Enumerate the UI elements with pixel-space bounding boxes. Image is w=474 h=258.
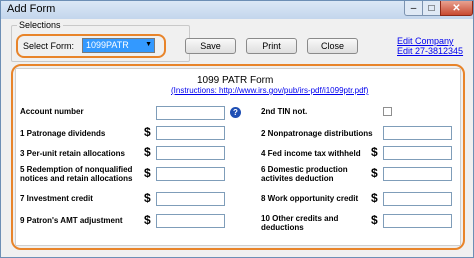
select-form-value: 1099PATR bbox=[86, 40, 129, 50]
box4-label: 4 Fed income tax withheld bbox=[261, 149, 361, 158]
box6-label-line1: 6 Domestic production bbox=[261, 165, 348, 174]
save-button[interactable]: Save bbox=[185, 38, 236, 54]
chevron-down-icon[interactable]: ▼ bbox=[145, 41, 152, 48]
box1-patronage-dividends-input[interactable] bbox=[156, 126, 225, 140]
instructions-link[interactable]: (Instructions: http://www.irs.gov/pub/ir… bbox=[171, 86, 368, 95]
box8-work-opportunity-input[interactable] bbox=[383, 192, 452, 206]
box9-label: 9 Patron's AMT adjustment bbox=[20, 216, 123, 225]
box8-currency: $ bbox=[371, 191, 378, 205]
box10-other-credits-input[interactable] bbox=[383, 214, 452, 228]
box4-currency: $ bbox=[371, 145, 378, 159]
title-bar[interactable]: Add Form – □ ✕ bbox=[1, 1, 473, 19]
box2-label: 2 Nonpatronage distributions bbox=[261, 129, 373, 138]
box3-currency: $ bbox=[144, 145, 151, 159]
box9-amt-adjustment-input[interactable] bbox=[156, 214, 225, 228]
second-tin-checkbox[interactable] bbox=[383, 107, 392, 116]
box3-per-unit-retain-input[interactable] bbox=[156, 146, 225, 160]
box7-label: 7 Investment credit bbox=[20, 194, 93, 203]
select-form-dropdown[interactable]: 1099PATR ▼ bbox=[82, 38, 155, 53]
box8-label: 8 Work opportunity credit bbox=[261, 194, 359, 203]
minimize-button[interactable]: – bbox=[404, 1, 423, 16]
close-window-button[interactable]: ✕ bbox=[440, 1, 473, 16]
box6-label-line2: activites deduction bbox=[261, 174, 334, 183]
box1-label: 1 Patronage dividends bbox=[20, 129, 106, 138]
print-button[interactable]: Print bbox=[246, 38, 297, 54]
box9-currency: $ bbox=[144, 213, 151, 227]
account-number-label: Account number bbox=[20, 107, 84, 116]
box7-currency: $ bbox=[144, 191, 151, 205]
window-title: Add Form bbox=[7, 3, 56, 15]
edit-phone-link[interactable]: Edit 27-3812345 bbox=[397, 46, 463, 56]
box10-label-line2: deductions bbox=[261, 223, 304, 232]
add-form-window: Add Form – □ ✕ Selections Select Form: 1… bbox=[0, 0, 474, 258]
account-number-input[interactable] bbox=[156, 106, 225, 120]
box10-currency: $ bbox=[371, 213, 378, 227]
box5-redemption-input[interactable] bbox=[156, 167, 225, 181]
box6-domestic-production-input[interactable] bbox=[383, 167, 452, 181]
box10-label-line1: 10 Other credits and bbox=[261, 214, 339, 223]
form-title: 1099 PATR Form bbox=[197, 75, 274, 86]
box5-currency: $ bbox=[144, 166, 151, 180]
selections-group-label: Selections bbox=[17, 20, 63, 30]
help-icon[interactable]: ? bbox=[230, 107, 241, 118]
close-button[interactable]: Close bbox=[307, 38, 358, 54]
box5-label-line2: notices and retain allocations bbox=[20, 174, 133, 183]
box3-label: 3 Per-unit retain allocations bbox=[20, 149, 125, 158]
box7-investment-credit-input[interactable] bbox=[156, 192, 225, 206]
second-tin-label: 2nd TIN not. bbox=[261, 107, 308, 116]
box6-currency: $ bbox=[371, 166, 378, 180]
box1-currency: $ bbox=[144, 125, 151, 139]
box2-nonpatronage-input[interactable] bbox=[383, 126, 452, 140]
edit-company-link[interactable]: Edit Company bbox=[397, 36, 454, 46]
maximize-button[interactable]: □ bbox=[422, 1, 441, 16]
box4-fed-tax-withheld-input[interactable] bbox=[383, 146, 452, 160]
select-form-label: Select Form: bbox=[23, 41, 75, 51]
box5-label-line1: 5 Redemption of nonqualified bbox=[20, 165, 133, 174]
